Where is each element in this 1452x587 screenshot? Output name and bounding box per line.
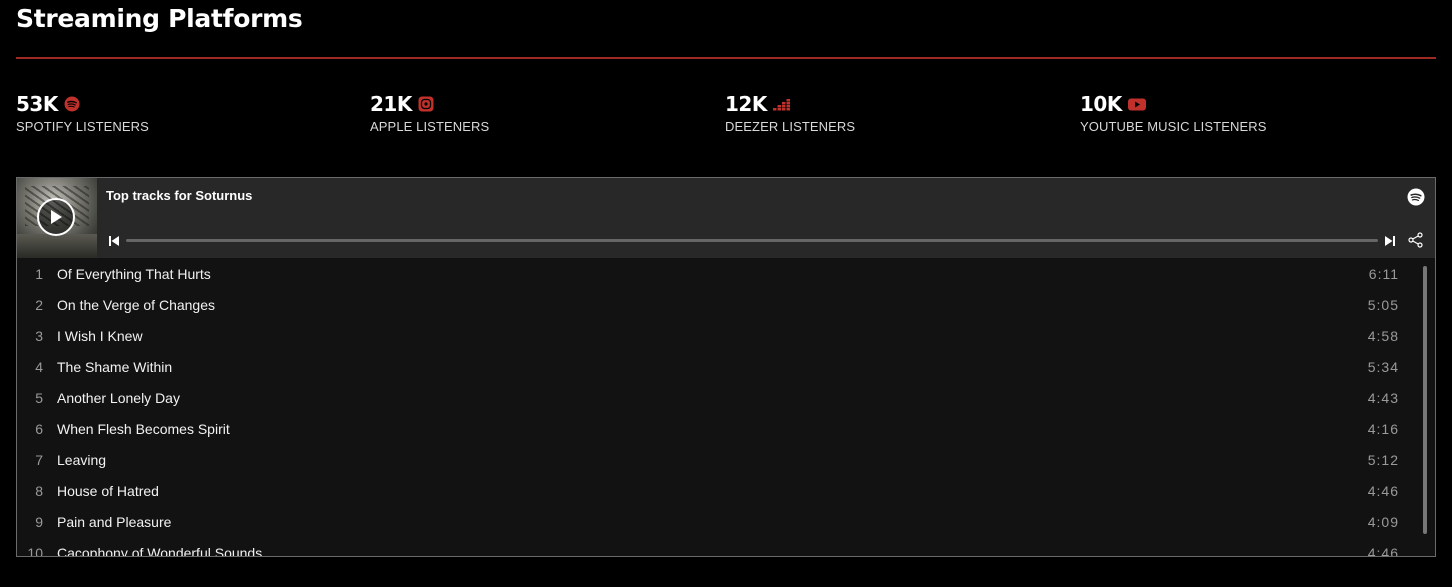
- play-button[interactable]: [37, 198, 75, 236]
- track-number: 8: [35, 482, 43, 499]
- stat-label: DEEZER LISTENERS: [725, 119, 856, 134]
- stat-label: APPLE LISTENERS: [370, 119, 490, 134]
- track-title: When Flesh Becomes Spirit: [57, 420, 230, 437]
- track-title: House of Hatred: [57, 482, 159, 499]
- stat-value: 10K: [1080, 92, 1122, 116]
- track-duration: 4:46: [1367, 482, 1399, 499]
- track-row[interactable]: 2 On the Verge of Changes 5:05: [17, 289, 1417, 320]
- spotify-embed-player: Top tracks for Soturnus 1 Of Everything …: [16, 177, 1436, 557]
- track-number: 9: [35, 513, 43, 530]
- track-number: 1: [35, 265, 43, 282]
- track-number: 10: [27, 544, 43, 557]
- player-title: Top tracks for Soturnus: [106, 188, 253, 203]
- apple-music-icon: [418, 96, 434, 112]
- track-title: Another Lonely Day: [57, 389, 180, 406]
- track-number: 4: [35, 358, 43, 375]
- section-title: Streaming Platforms: [16, 4, 303, 33]
- play-icon: [51, 210, 62, 224]
- track-row[interactable]: 9 Pain and Pleasure 4:09: [17, 506, 1417, 537]
- track-duration: 5:12: [1367, 451, 1399, 468]
- track-duration: 5:05: [1367, 296, 1399, 313]
- skip-back-icon: [109, 236, 119, 246]
- track-title: Leaving: [57, 451, 107, 468]
- stat-spotify: 53K SPOTIFY LISTENERS: [16, 92, 149, 134]
- track-row[interactable]: 6 When Flesh Becomes Spirit 4:16: [17, 413, 1417, 444]
- track-duration: 4:16: [1367, 420, 1399, 437]
- track-row[interactable]: 10 Cacophony of Wonderful Sounds 4:46: [17, 537, 1417, 557]
- section-divider: [16, 57, 1436, 59]
- track-title: Cacophony of Wonderful Sounds: [57, 544, 263, 557]
- track-number: 3: [35, 327, 43, 344]
- track-title: On the Verge of Changes: [57, 296, 215, 313]
- tracklist-scrollbar[interactable]: [1423, 266, 1427, 534]
- track-duration: 4:58: [1367, 327, 1399, 344]
- track-title: I Wish I Knew: [57, 327, 143, 344]
- track-duration: 6:11: [1368, 265, 1399, 282]
- track-title: Pain and Pleasure: [57, 513, 172, 530]
- stat-value: 53K: [16, 92, 58, 116]
- stat-label: YOUTUBE MUSIC LISTENERS: [1080, 119, 1267, 134]
- track-duration: 5:34: [1367, 358, 1399, 375]
- track-title: Of Everything That Hurts: [57, 265, 211, 282]
- stat-deezer: 12K DEEZER LISTENERS: [725, 92, 855, 134]
- track-duration: 4:43: [1367, 389, 1399, 406]
- track-row[interactable]: 1 Of Everything That Hurts 6:11: [17, 258, 1417, 289]
- track-list: 1 Of Everything That Hurts 6:11 2 On the…: [17, 258, 1435, 556]
- stat-label: SPOTIFY LISTENERS: [16, 119, 149, 134]
- youtube-icon: [1127, 98, 1146, 111]
- album-cover: [17, 178, 97, 258]
- player-header: Top tracks for Soturnus: [17, 178, 1435, 258]
- stat-apple: 21K APPLE LISTENERS: [370, 92, 489, 134]
- track-number: 5: [35, 389, 43, 406]
- deezer-icon: [772, 97, 793, 111]
- track-row[interactable]: 3 I Wish I Knew 4:58: [17, 320, 1417, 351]
- track-number: 2: [35, 296, 43, 313]
- track-number: 6: [35, 420, 43, 437]
- stat-value: 21K: [370, 92, 412, 116]
- share-button[interactable]: [1408, 232, 1423, 253]
- track-title: The Shame Within: [57, 358, 173, 375]
- progress-bar[interactable]: [126, 239, 1378, 242]
- spotify-icon: [64, 96, 80, 112]
- share-icon: [1408, 232, 1423, 248]
- previous-track-button[interactable]: [108, 234, 120, 252]
- track-duration: 4:46: [1367, 544, 1399, 557]
- stat-value: 12K: [725, 92, 767, 116]
- skip-forward-icon: [1385, 236, 1395, 246]
- track-row[interactable]: 8 House of Hatred 4:46: [17, 475, 1417, 506]
- track-duration: 4:09: [1367, 513, 1399, 530]
- stat-youtube: 10K YOUTUBE MUSIC LISTENERS: [1080, 92, 1267, 134]
- track-row[interactable]: 5 Another Lonely Day 4:43: [17, 382, 1417, 413]
- track-row[interactable]: 7 Leaving 5:12: [17, 444, 1417, 475]
- next-track-button[interactable]: [1384, 234, 1396, 252]
- track-row[interactable]: 4 The Shame Within 5:34: [17, 351, 1417, 382]
- track-number: 7: [35, 451, 43, 468]
- spotify-logo-icon[interactable]: [1407, 188, 1425, 211]
